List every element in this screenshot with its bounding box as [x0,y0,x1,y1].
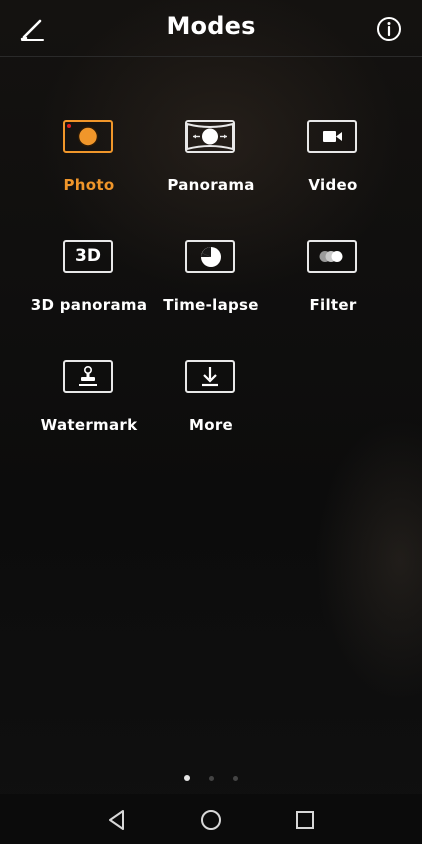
mode-filter[interactable]: Filter [268,236,398,336]
recents-square-icon [296,811,314,829]
mode-video[interactable]: Video [268,116,398,216]
watermark-icon [63,360,113,393]
recents-button[interactable] [291,806,319,834]
mode-3d-panorama[interactable]: 3D 3D panorama [24,236,154,336]
mode-label: Filter [309,296,357,314]
page-dot[interactable] [233,776,239,781]
video-icon [307,120,357,153]
info-icon [377,17,401,41]
mode-label: Time-lapse [163,296,259,314]
back-button[interactable] [103,806,131,834]
info-button[interactable] [374,14,404,44]
panorama-icon [185,120,235,153]
camera-modes-screen: Modes Photo Panorama Video 3D 3D panoram… [0,0,422,844]
photo-icon [63,120,113,153]
mode-label: Video [308,176,358,194]
system-navigation-bar [0,794,422,844]
page-dot[interactable] [209,776,214,781]
3d-panorama-icon: 3D [63,240,113,273]
back-triangle-icon [109,810,124,830]
header-bar: Modes [0,0,422,57]
mode-label: More [188,416,233,434]
home-button[interactable] [197,806,225,834]
mode-label: Watermark [40,416,138,434]
page-dot-active[interactable] [183,775,190,781]
page-indicator [0,766,422,781]
3d-icon-text: 3D [75,246,101,266]
mode-panorama[interactable]: Panorama [146,116,276,216]
mode-time-lapse[interactable]: Time-lapse [146,236,276,336]
home-circle-icon [201,810,221,830]
page-title: Modes [166,12,256,40]
mode-more[interactable]: More [146,356,276,456]
filter-icon [307,240,357,273]
mode-watermark[interactable]: Watermark [24,356,154,456]
time-lapse-icon [185,240,235,273]
mode-label: Panorama [167,176,255,194]
mode-label: Photo [63,176,115,194]
mode-photo[interactable]: Photo [24,116,154,216]
mode-label: 3D panorama [30,296,148,314]
download-more-icon [185,360,235,393]
